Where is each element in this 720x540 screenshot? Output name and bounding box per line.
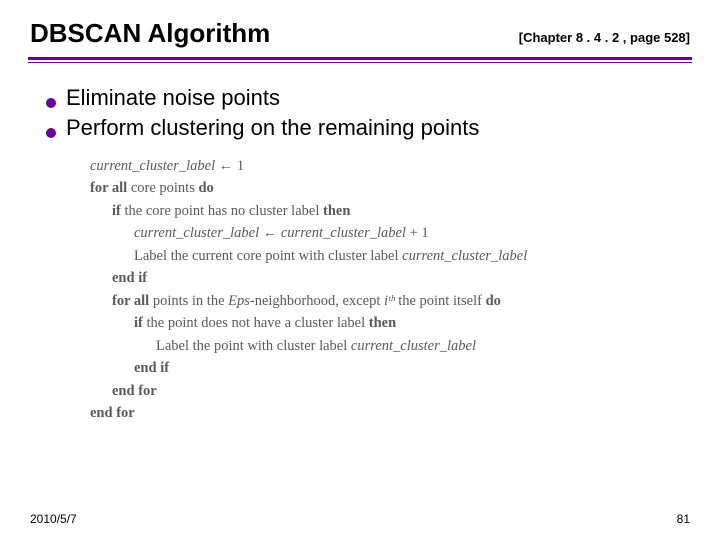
bullet-list: Eliminate noise points Perform clusterin… bbox=[46, 85, 690, 141]
code-line: for all core points do bbox=[90, 177, 720, 199]
code-line: Label the current core point with cluste… bbox=[90, 245, 720, 267]
code-line: end if bbox=[90, 267, 720, 289]
footer-date: 2010/5/7 bbox=[30, 512, 77, 526]
title-row: DBSCAN Algorithm [Chapter 8 . 4 . 2 , pa… bbox=[0, 0, 720, 49]
bullet-text: Perform clustering on the remaining poin… bbox=[66, 115, 479, 141]
title-divider bbox=[28, 57, 692, 63]
code-line: current_cluster_label ← 1 bbox=[90, 155, 720, 177]
code-line: Label the point with cluster label curre… bbox=[90, 335, 720, 357]
footer-page-number: 81 bbox=[677, 512, 690, 526]
code-line: if the point does not have a cluster lab… bbox=[90, 312, 720, 334]
code-line: end if bbox=[90, 357, 720, 379]
bullet-icon bbox=[46, 128, 56, 138]
chapter-reference: [Chapter 8 . 4 . 2 , page 528] bbox=[519, 30, 690, 45]
code-line: current_cluster_label ← current_cluster_… bbox=[90, 222, 720, 244]
pseudocode-block: current_cluster_label ← 1 for all core p… bbox=[90, 155, 720, 425]
bullet-text: Eliminate noise points bbox=[66, 85, 280, 111]
code-line: for all points in the Eps-neighborhood, … bbox=[90, 290, 720, 312]
slide-title: DBSCAN Algorithm bbox=[30, 18, 270, 49]
bullet-icon bbox=[46, 98, 56, 108]
code-line: end for bbox=[90, 402, 720, 424]
bullet-item: Perform clustering on the remaining poin… bbox=[46, 115, 690, 141]
code-line: if the core point has no cluster label t… bbox=[90, 200, 720, 222]
code-line: end for bbox=[90, 380, 720, 402]
bullet-item: Eliminate noise points bbox=[46, 85, 690, 111]
footer: 2010/5/7 81 bbox=[0, 512, 720, 526]
